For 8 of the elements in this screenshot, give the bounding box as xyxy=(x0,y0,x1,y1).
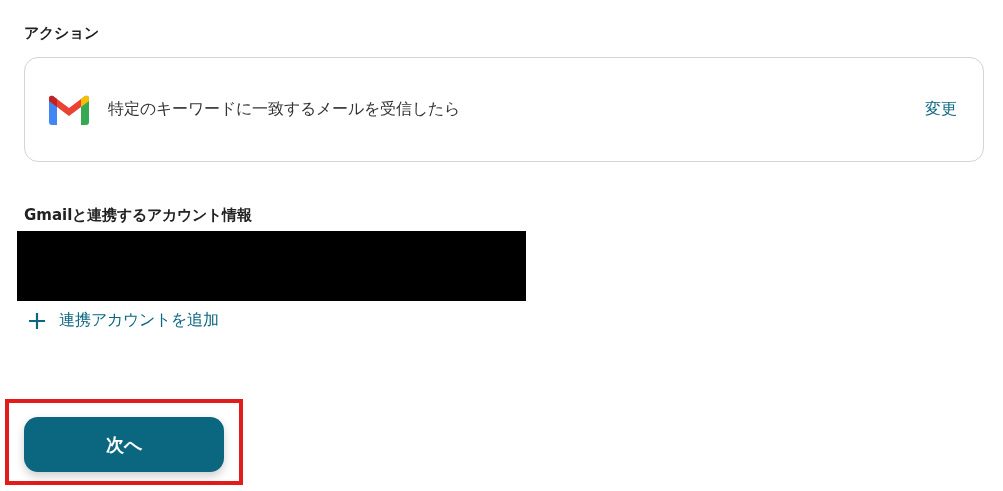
section-heading: Gmailと連携するアカウント情報 xyxy=(24,206,253,225)
plus-icon xyxy=(28,311,46,330)
next-button[interactable]: 次へ xyxy=(24,417,224,472)
add-account-link[interactable]: 連携アカウントを追加 xyxy=(28,310,219,331)
trigger-title: 特定のキーワードに一致するメールを受信したら xyxy=(108,99,461,120)
mail-icon xyxy=(49,94,89,125)
change-link[interactable]: 変更 xyxy=(925,99,957,120)
section-heading: アクション xyxy=(24,24,99,43)
